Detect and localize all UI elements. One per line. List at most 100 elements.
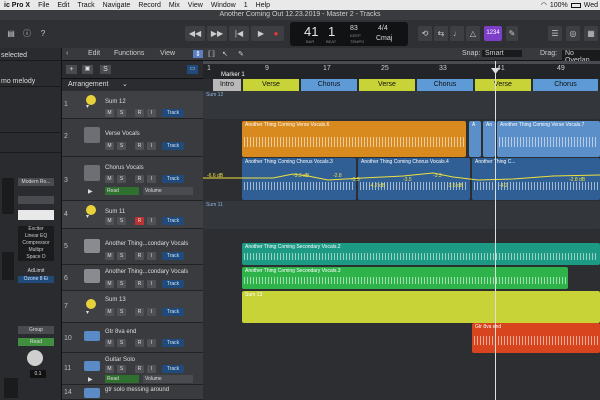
automation-parameter-selector[interactable]: Volume — [143, 187, 193, 195]
record-button[interactable]: ● — [268, 26, 284, 41]
track-header-6[interactable]: 6 Another Thing...condary Vocals M S R I… — [62, 265, 203, 291]
forward-button[interactable]: ▶▶ — [207, 26, 227, 41]
setting-slot[interactable] — [18, 196, 54, 204]
region-secondary-vocals-3[interactable]: Another Thing Coming Secondary Vocals.3 — [242, 267, 568, 289]
automation-mode-selector[interactable]: Read — [105, 187, 139, 195]
inspector-track-name[interactable]: mo melody — [0, 76, 62, 87]
solo-button[interactable]: S — [117, 339, 126, 347]
plugin-ozone[interactable]: Ozone 8 Ei — [18, 276, 54, 283]
solo-button[interactable]: S — [117, 280, 126, 288]
preset-selector[interactable]: Modern Ro... — [18, 178, 54, 186]
region-secondary-vocals-2[interactable]: Another Thing Coming Secondary Vocals.2 — [242, 243, 600, 265]
track-name[interactable]: Sum 13 — [105, 297, 126, 303]
metronome-icon[interactable]: △ — [466, 26, 480, 41]
region-verse-vocals-7[interactable]: Another Thing Coming Verse Vocals.7 — [497, 121, 600, 157]
go-to-start-button[interactable]: |◀ — [229, 26, 249, 41]
automation-mode-selector[interactable]: Read — [105, 375, 139, 383]
menu-track[interactable]: Track — [73, 2, 98, 9]
rewind-button[interactable]: ◀◀ — [185, 26, 205, 41]
marker-label[interactable]: Marker 1 — [221, 72, 245, 78]
automation-parameter-selector[interactable]: Volume — [143, 375, 193, 383]
region-verse-vocals-6[interactable]: Another Thing Coming Verse Vocals.6 — [242, 121, 466, 157]
automation-play-icon[interactable]: ▶ — [88, 188, 93, 195]
track-button[interactable]: Track — [162, 142, 184, 150]
wifi-icon[interactable]: ◠ — [541, 1, 547, 9]
flex-icon[interactable]: ⟦⟧ — [208, 50, 215, 58]
pencil-tool-icon[interactable]: ✎ — [238, 50, 244, 58]
track-header-4[interactable]: 4 ▾ Sum 11 M S R I Track — [62, 201, 203, 229]
plugin-adlimit[interactable]: AdLimit — [18, 268, 54, 275]
view-menu[interactable]: View — [160, 50, 175, 57]
new-folder-icon[interactable]: ▣ — [82, 65, 93, 74]
marker-verse-2[interactable]: Verse — [359, 79, 415, 91]
track-button[interactable]: Track — [162, 280, 184, 288]
functions-menu[interactable]: Functions — [114, 50, 144, 57]
arrangement-label[interactable]: Arrangement — [68, 81, 108, 88]
tuner-icon[interactable]: ♩ — [450, 26, 464, 41]
battery-icon[interactable] — [570, 2, 581, 8]
track-name[interactable]: Chorus Vocals — [105, 165, 144, 171]
region-verse-a[interactable]: A — [469, 121, 481, 157]
menu-record[interactable]: Record — [134, 2, 165, 9]
menu-view[interactable]: View — [184, 2, 207, 9]
track-header-14[interactable]: 14 gtr solo messing around — [62, 385, 203, 400]
menu-mix[interactable]: Mix — [165, 2, 184, 9]
track-name[interactable]: Gtr 8va end — [105, 329, 136, 335]
ruler[interactable]: 1 9 17 25 33 41 49 Marker 1 — [203, 61, 600, 79]
track-name[interactable]: Verse Vocals — [105, 131, 140, 137]
solo-button[interactable]: S — [117, 109, 126, 117]
marker-chorus-2[interactable]: Chorus — [417, 79, 473, 91]
mute-button[interactable]: M — [105, 142, 114, 150]
menu-navigate[interactable]: Navigate — [99, 2, 135, 9]
record-enable-button[interactable]: R — [135, 252, 144, 260]
record-enable-button[interactable]: R — [135, 339, 144, 347]
plugin-exciter[interactable]: Exciter — [18, 226, 54, 233]
record-enable-button[interactable]: R — [135, 142, 144, 150]
arrangement-chevron-icon[interactable]: ⌄ — [122, 80, 128, 88]
record-enable-button[interactable]: R — [135, 365, 144, 373]
summing-region-sum11[interactable]: Sum 11 — [203, 201, 600, 229]
info-icon[interactable]: ⓘ — [20, 26, 34, 41]
track-button[interactable]: Track — [162, 339, 184, 347]
record-enable-button[interactable]: R — [135, 280, 144, 288]
marker-intro[interactable]: Intro — [213, 79, 241, 91]
notepad-icon[interactable]: ✎ — [506, 26, 518, 41]
track-button[interactable]: Track — [162, 175, 184, 183]
summing-region-sum13[interactable]: Sum 13 — [242, 291, 600, 323]
inspector-region-header[interactable] — [0, 123, 62, 133]
catch-icon[interactable]: ▭ — [187, 65, 198, 74]
track-header-1[interactable]: 1 ▾ Sum 12 M S R I Track — [62, 91, 203, 119]
track-name[interactable]: Guitar Solo — [105, 357, 135, 363]
lcd-display[interactable]: 41 1 BAR BEAT 83 KEEP TEMPO 4/4 Cmaj — [290, 22, 408, 46]
cycle-area[interactable] — [203, 61, 600, 64]
menu-1[interactable]: 1 — [240, 2, 252, 9]
eq-thumbnail[interactable] — [2, 178, 14, 214]
input-monitor-button[interactable]: I — [147, 175, 156, 183]
track-header-5[interactable]: 5 Another Thing...condary Vocals M S R I… — [62, 229, 203, 265]
track-button[interactable]: Track — [162, 217, 184, 225]
pan-knob[interactable] — [27, 350, 43, 366]
track-name[interactable]: Another Thing...condary Vocals — [105, 269, 188, 275]
automation-play-icon[interactable]: ▶ — [88, 376, 93, 383]
input-monitor-button[interactable]: I — [147, 308, 156, 316]
marker-verse-1[interactable]: Verse — [243, 79, 299, 91]
automation-icon[interactable]: ⇕ — [193, 50, 203, 58]
track-header-10[interactable]: 10 Gtr 8va end M S R I Track — [62, 323, 203, 353]
menu-file[interactable]: File — [34, 2, 53, 9]
menu-edit[interactable]: Edit — [53, 2, 73, 9]
plugin-space-designer[interactable]: Space D — [18, 254, 54, 261]
browsers-icon[interactable]: ▦ — [584, 26, 598, 41]
library-icon[interactable]: ▤ — [4, 26, 18, 41]
count-in-badge[interactable]: 1234 — [484, 26, 502, 41]
marker-verse-3[interactable]: Verse — [475, 79, 531, 91]
menu-app[interactable]: ic Pro X — [0, 2, 34, 9]
input-monitor-button[interactable]: I — [147, 365, 156, 373]
mute-button[interactable]: M — [105, 109, 114, 117]
mute-button[interactable]: M — [105, 252, 114, 260]
mute-button[interactable]: M — [105, 365, 114, 373]
track-header-2[interactable]: 2 Verse Vocals M S R I Track — [62, 119, 203, 157]
mute-button[interactable]: M — [105, 280, 114, 288]
input-monitor-button[interactable]: I — [147, 339, 156, 347]
marker-chorus-3[interactable]: Chorus — [533, 79, 598, 91]
input-monitor-button[interactable]: I — [147, 280, 156, 288]
